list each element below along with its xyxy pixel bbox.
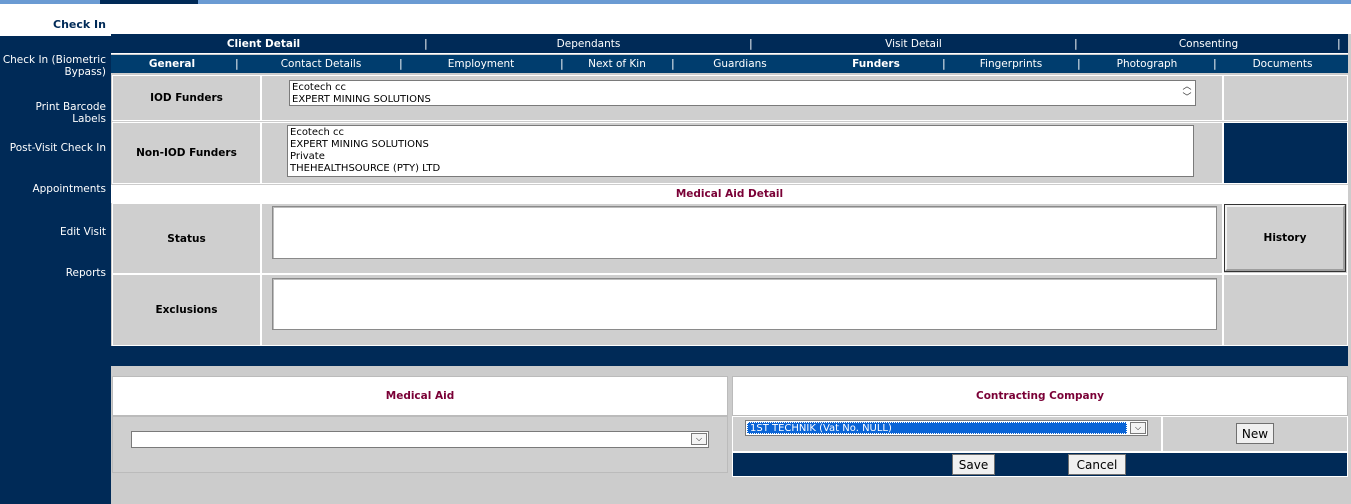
tab-fingerprints[interactable]: Fingerprints (946, 55, 1076, 73)
non-iod-funders-label: Non-IOD Funders (112, 122, 261, 184)
cancel-button[interactable]: Cancel (1068, 454, 1126, 475)
medical-aid-select-value (133, 433, 688, 445)
list-item[interactable]: THEHEALTHSOURCE (PTY) LTD (290, 163, 1191, 175)
tab-documents[interactable]: Documents (1217, 55, 1348, 73)
contracting-company-select-value: 1ST TECHNIK (Vat No. NULL) (747, 422, 1127, 434)
chevron-down-icon[interactable]: ⌵ (1130, 422, 1146, 434)
exclusions-field[interactable] (272, 278, 1217, 330)
tab-client-detail[interactable]: Client Detail (111, 34, 416, 53)
nav-separator: | (1074, 37, 1078, 50)
tab-visit-detail[interactable]: Visit Detail (756, 34, 1071, 53)
list-item[interactable]: EXPERT MINING SOLUTIONS (292, 94, 1193, 105)
tab-general[interactable]: General (111, 55, 233, 73)
chevron-down-icon[interactable]: ⌵ (691, 433, 707, 445)
contracting-company-heading: Contracting Company (732, 376, 1348, 416)
list-item[interactable]: Private (290, 151, 1191, 163)
exclusions-side-cell (1223, 274, 1348, 346)
tab-next-of-kin[interactable]: Next of Kin (564, 55, 670, 73)
sidebar-item-appointments[interactable]: Appointments (0, 183, 111, 195)
status-field[interactable] (272, 206, 1217, 259)
primary-nav: Client Detail | Dependants | Visit Detai… (111, 34, 1348, 54)
iod-funders-list[interactable]: Ecotech cc EXPERT MINING SOLUTIONS ︿ ﹀ (289, 80, 1196, 106)
sidebar-item-check-in[interactable]: Check In (0, 4, 111, 36)
history-button[interactable]: History (1224, 204, 1346, 272)
sidebar-item-reports[interactable]: Reports (0, 267, 111, 279)
exclusions-label: Exclusions (112, 274, 261, 346)
sidebar: Check In Check In (Biometric Bypass) Pri… (0, 4, 111, 504)
non-iod-funders-list[interactable]: Ecotech cc EXPERT MINING SOLUTIONS Priva… (287, 125, 1194, 177)
contracting-company-select[interactable]: 1ST TECHNIK (Vat No. NULL) ⌵ (745, 420, 1148, 436)
list-item[interactable]: Ecotech cc (292, 82, 1193, 94)
sidebar-item-post-visit-check-in[interactable]: Post-Visit Check In (0, 142, 111, 154)
action-bar (732, 452, 1348, 477)
list-item[interactable]: EXPERT MINING SOLUTIONS (290, 139, 1191, 151)
tab-employment[interactable]: Employment (403, 55, 559, 73)
tab-consenting[interactable]: Consenting (1081, 34, 1336, 53)
divider-bar (111, 346, 1348, 366)
tab-guardians[interactable]: Guardians (675, 55, 805, 73)
new-button[interactable]: New (1236, 423, 1274, 444)
medical-aid-select[interactable]: ⌵ (131, 431, 709, 448)
scroll-arrows-icon[interactable]: ︿ ﹀ (1181, 82, 1193, 104)
sidebar-item-print-barcode-labels[interactable]: Print Barcode Labels (0, 101, 111, 125)
tab-photograph[interactable]: Photograph (1081, 55, 1213, 73)
iod-funders-side-cell (1223, 75, 1348, 121)
secondary-nav: General | Contact Details | Employment |… (111, 55, 1348, 73)
tab-contact-details[interactable]: Contact Details (239, 55, 403, 73)
tab-funders[interactable]: Funders (811, 55, 941, 73)
nav-separator: | (1337, 37, 1341, 50)
header-area (111, 4, 1351, 34)
sidebar-item-edit-visit[interactable]: Edit Visit (0, 226, 111, 238)
medical-aid-heading: Medical Aid (112, 376, 728, 416)
nav-separator: | (749, 37, 753, 50)
sidebar-item-check-in-biometric-bypass[interactable]: Check In (Biometric Bypass) (0, 54, 111, 78)
tab-dependants[interactable]: Dependants (431, 34, 746, 53)
medical-aid-detail-title: Medical Aid Detail (111, 185, 1348, 203)
list-item[interactable]: Ecotech cc (290, 127, 1191, 139)
iod-funders-label: IOD Funders (112, 75, 261, 121)
nav-separator: | (424, 37, 428, 50)
save-button[interactable]: Save (952, 454, 995, 475)
status-label: Status (112, 203, 261, 274)
non-iod-funders-side-cell (1223, 122, 1348, 184)
